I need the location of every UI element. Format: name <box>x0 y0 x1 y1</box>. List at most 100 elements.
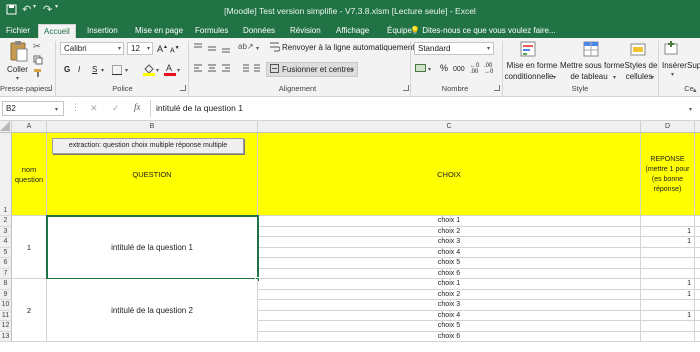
currency-dropdown-icon[interactable]: ▾ <box>428 66 431 73</box>
row-header[interactable]: 13 <box>0 331 12 342</box>
italic-button[interactable]: I <box>78 64 80 75</box>
tab-accueil[interactable]: Accueil <box>38 24 76 38</box>
choice-cell[interactable]: choix 3 <box>258 237 641 248</box>
row-header[interactable]: 3 <box>0 226 12 237</box>
align-top-icon[interactable] <box>194 43 234 55</box>
row-header[interactable]: 10 <box>0 300 12 311</box>
tab-insertion[interactable]: Insertion <box>82 24 123 38</box>
formula-bar-resize-icon[interactable]: ⋮ <box>71 102 80 113</box>
enter-icon[interactable]: ✓ <box>112 103 120 114</box>
bold-button[interactable]: G <box>64 64 70 75</box>
decrease-indent-icon[interactable] <box>240 64 262 76</box>
answer-cell[interactable]: 1 <box>641 237 695 248</box>
answer-cell[interactable]: 1 <box>641 289 695 300</box>
empty-cell[interactable] <box>695 279 700 290</box>
increase-decimal-icon[interactable]: ←0.00 <box>470 63 479 75</box>
question-1-number[interactable]: 1 <box>12 216 47 279</box>
fill-color-dropdown-icon[interactable]: ▾ <box>156 67 159 74</box>
font-launcher-icon[interactable] <box>180 85 186 91</box>
empty-cell[interactable] <box>695 321 700 332</box>
thousands-button[interactable]: 000 <box>453 64 465 75</box>
empty-cell[interactable] <box>695 227 700 237</box>
collapse-ribbon-icon[interactable]: ▴ <box>693 86 697 94</box>
decrease-decimal-icon[interactable]: .00 →0 <box>484 63 493 75</box>
empty-cell[interactable] <box>695 248 700 258</box>
column-header-b[interactable]: B <box>47 121 258 133</box>
cell-styles-dropdown-icon[interactable]: ▾ <box>651 74 654 81</box>
answer-cell[interactable] <box>641 321 695 332</box>
font-name-box[interactable]: Calibri <box>60 42 124 55</box>
empty-cell[interactable] <box>695 290 700 300</box>
empty-cell[interactable] <box>695 300 700 311</box>
font-color-icon[interactable]: A <box>164 62 176 78</box>
shrink-font-icon[interactable]: A▼ <box>170 43 180 56</box>
question-2-number[interactable]: 2 <box>12 279 47 342</box>
wrap-text-icon[interactable] <box>270 42 281 54</box>
percent-button[interactable]: % <box>440 63 448 74</box>
conditional-formatting-dropdown-icon[interactable]: ▾ <box>553 74 556 81</box>
paste-button[interactable]: Coller <box>7 64 28 75</box>
tab-fichier[interactable]: Fichier <box>1 24 35 38</box>
cell-c1[interactable]: CHOIX <box>258 133 641 216</box>
row-header[interactable]: 12 <box>0 321 12 332</box>
question-2-title[interactable]: intitulé de la question 2 <box>47 279 258 342</box>
currency-icon[interactable] <box>415 63 426 75</box>
tab-formules[interactable]: Formules <box>190 24 233 38</box>
font-size-dropdown-icon[interactable]: ▾ <box>147 45 150 52</box>
answer-cell[interactable]: 1 <box>641 310 695 321</box>
choice-cell[interactable]: choix 4 <box>258 247 641 258</box>
insert-cells-button[interactable]: Insérer <box>662 60 687 71</box>
name-box-dropdown-icon[interactable]: ▾ <box>55 106 58 113</box>
number-launcher-icon[interactable] <box>494 85 500 91</box>
tab-revision[interactable]: Révision <box>285 24 326 38</box>
conditional-formatting-line1[interactable]: Mise en forme <box>506 60 558 71</box>
underline-button[interactable]: S <box>92 64 97 75</box>
row-header-1[interactable]: 1 <box>0 133 12 216</box>
select-all-corner[interactable] <box>0 121 12 133</box>
choice-cell[interactable]: choix 1 <box>258 279 641 290</box>
cell-d1[interactable]: REPONSE (mettre 1 pour (es bonne réponse… <box>641 133 695 216</box>
paste-dropdown-icon[interactable]: ▾ <box>16 75 19 82</box>
copy-icon[interactable] <box>33 55 43 67</box>
answer-cell[interactable] <box>641 268 695 279</box>
row-header[interactable]: 7 <box>0 268 12 279</box>
wrap-text-button[interactable]: Renvoyer à la ligne automatiquement <box>282 42 415 53</box>
format-as-table-icon[interactable] <box>583 41 599 59</box>
answer-cell[interactable] <box>641 258 695 269</box>
row-header[interactable]: 6 <box>0 258 12 269</box>
row-header[interactable]: 4 <box>0 237 12 248</box>
tell-me-box[interactable]: 💡 Dites-nous ce que vous voulez faire... <box>410 24 556 37</box>
row-header[interactable]: 2 <box>0 216 12 227</box>
font-color-dropdown-icon[interactable]: ▾ <box>177 67 180 74</box>
empty-cell[interactable] <box>695 237 700 248</box>
choice-cell[interactable]: choix 4 <box>258 310 641 321</box>
format-as-table-line1[interactable]: Mettre sous forme <box>560 60 624 71</box>
borders-icon[interactable] <box>112 65 122 77</box>
tab-mise-en-page[interactable]: Mise en page <box>130 24 188 38</box>
empty-cell[interactable] <box>695 311 700 321</box>
answer-cell[interactable] <box>641 247 695 258</box>
cell-styles-icon[interactable] <box>630 41 646 59</box>
alignment-launcher-icon[interactable] <box>403 85 409 91</box>
choice-cell[interactable]: choix 2 <box>258 226 641 237</box>
delete-cells-button[interactable]: Sup <box>687 60 700 71</box>
empty-cell[interactable] <box>695 332 700 342</box>
formula-input[interactable]: intitulé de la question 1 <box>156 103 243 113</box>
empty-cell[interactable] <box>695 216 700 227</box>
paste-icon[interactable] <box>9 40 29 64</box>
expand-formula-bar-icon[interactable]: ▾ <box>689 106 692 113</box>
font-name-dropdown-icon[interactable]: ▾ <box>118 45 121 52</box>
clipboard-launcher-icon[interactable] <box>46 85 52 91</box>
format-painter-icon[interactable] <box>33 68 43 80</box>
column-header-a[interactable]: A <box>12 121 47 133</box>
insert-cells-dropdown-icon[interactable]: ▾ <box>671 71 674 78</box>
column-header-d[interactable]: D <box>641 121 695 133</box>
orientation-dropdown-icon[interactable]: ▾ <box>256 45 259 52</box>
tab-donnees[interactable]: Données <box>238 24 280 38</box>
choice-cell[interactable]: choix 5 <box>258 321 641 332</box>
cancel-icon[interactable]: ✕ <box>90 103 98 114</box>
extraction-macro-button[interactable]: extraction: question choix multiple répo… <box>52 138 244 154</box>
column-header-c[interactable]: C <box>258 121 641 133</box>
row-header[interactable]: 11 <box>0 310 12 321</box>
cell-e1[interactable] <box>695 133 700 216</box>
